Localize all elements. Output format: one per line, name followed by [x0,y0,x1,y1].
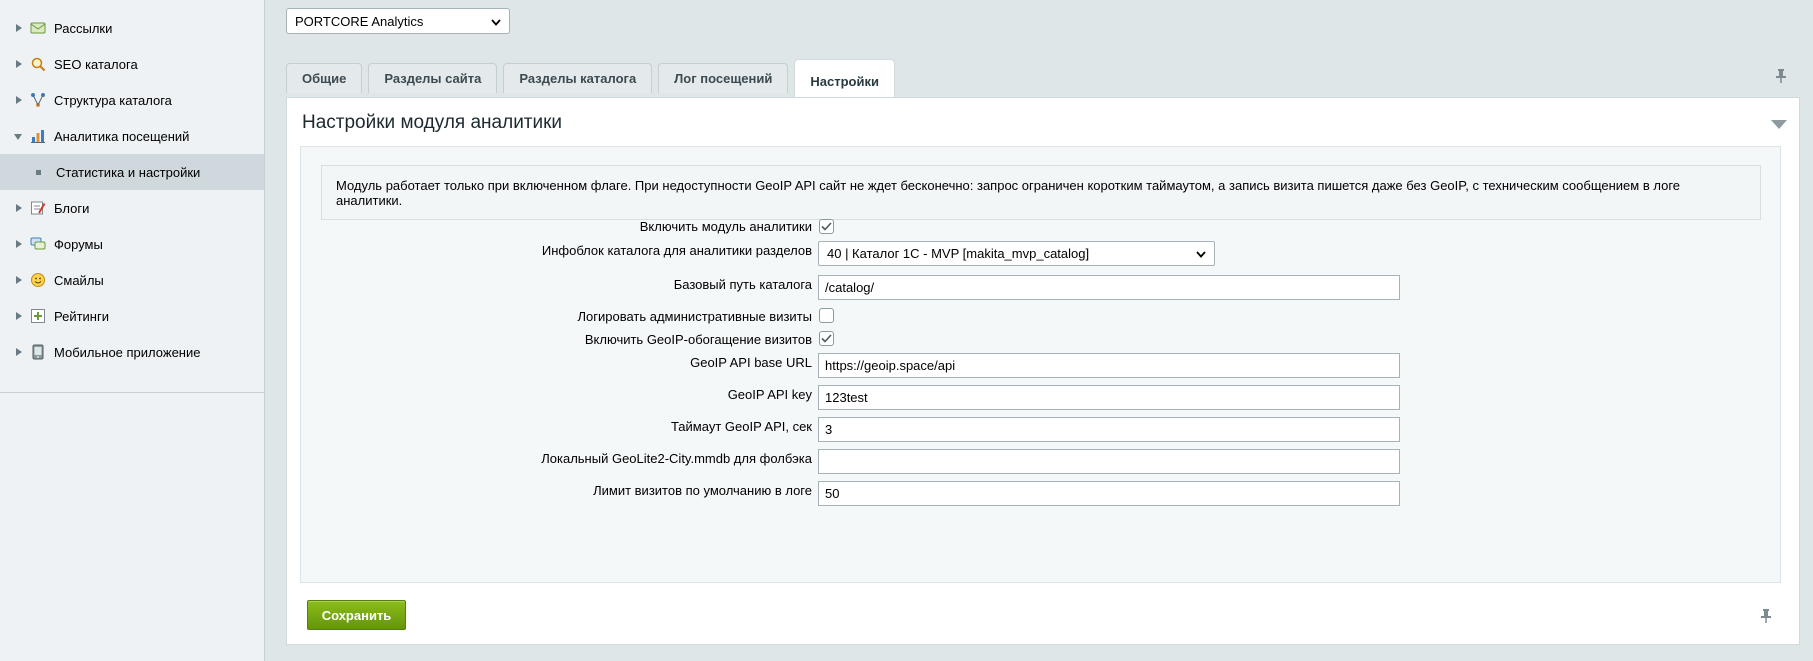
sidebar-item-label: Блоги [54,200,90,216]
expand-arrow-icon[interactable] [14,311,24,321]
chevron-down-icon [491,14,501,29]
iblock-select[interactable]: 40 | Каталог 1С - MVP [makita_mvp_catalo… [818,241,1215,266]
visit-limit-label: Лимит визитов по умолчанию в логе [593,483,812,498]
enable-module-checkbox[interactable] [819,219,834,234]
sidebar-item-label: Форумы [54,236,103,252]
geoip-key-input[interactable]: 123test [818,385,1400,410]
bullet-icon [36,169,41,175]
geoip-enrich-checkbox[interactable] [819,331,834,346]
save-button[interactable]: Сохранить [307,600,406,630]
sidebar-item-label: Мобильное приложение [54,344,201,360]
tab-label: Общие [302,71,347,86]
sidebar-item-label: Структура каталога [54,92,172,108]
site-select-value: PORTCORE Analytics [295,13,424,29]
sidebar: Рассылки SEO каталога Структура каталога… [0,0,265,661]
geoip-timeout-input[interactable]: 3 [818,417,1400,442]
expand-arrow-icon[interactable] [14,239,24,249]
sidebar-item-catalog-structure[interactable]: Структура каталога [0,82,264,118]
settings-panel: Настройки модуля аналитики Модуль работа… [286,97,1800,645]
collapse-panel-icon[interactable] [1771,118,1787,133]
pin-icon[interactable] [1775,68,1787,87]
base-path-label: Базовый путь каталога [673,277,812,292]
pin-icon[interactable] [1760,608,1772,627]
tab-general[interactable]: Общие [286,63,363,93]
sidebar-item-label: SEO каталога [54,56,138,72]
tab-visit-log[interactable]: Лог посещений [658,63,789,93]
sidebar-item-label: Рассылки [54,20,113,36]
tab-label: Разделы каталога [519,71,637,86]
geolite-path-label: Локальный GeoLite2-City.mmdb для фолбэка [541,451,812,466]
sidebar-item-label: Рейтинги [54,308,109,324]
seo-search-icon [30,56,46,72]
expand-arrow-icon[interactable] [14,59,24,69]
structure-tree-icon [30,92,46,108]
sidebar-item-stats-settings[interactable]: Статистика и настройки [0,154,264,190]
expand-arrow-icon[interactable] [14,203,24,213]
smile-icon [30,272,46,288]
tab-label: Разделы сайта [384,71,482,86]
forum-icon [30,236,46,252]
geoip-url-input[interactable]: https://geoip.space/api [818,353,1400,378]
page-title: Настройки модуля аналитики [302,112,563,133]
info-notice: Модуль работает только при включенном фл… [321,165,1761,220]
geoip-key-label: GeoIP API key [727,387,812,402]
base-path-input[interactable]: /catalog/ [818,275,1400,300]
tab-bar: Общие Разделы сайта Разделы каталога Лог… [286,59,901,97]
iblock-select-value: 40 | Каталог 1С - MVP [makita_mvp_catalo… [827,246,1090,261]
sidebar-item-mailings[interactable]: Рассылки [0,10,264,46]
iblock-label: Инфоблок каталога для аналитики разделов [541,243,812,258]
expand-arrow-icon[interactable] [14,347,24,357]
geoip-timeout-label: Таймаут GeoIP API, сек [670,419,812,434]
geoip-url-label: GeoIP API base URL [690,355,812,370]
tab-site-sections[interactable]: Разделы сайта [368,63,498,93]
tab-label: Настройки [810,74,879,89]
sidebar-item-label: Аналитика посещений [54,128,190,144]
analytics-chart-icon [30,128,46,144]
tab-settings[interactable]: Настройки [794,59,895,97]
sidebar-item-label: Смайлы [54,272,104,288]
geolite-path-input[interactable] [818,449,1400,474]
sidebar-item-visit-analytics[interactable]: Аналитика посещений [0,118,264,154]
collapse-arrow-icon[interactable] [14,131,24,141]
tab-catalog-sections[interactable]: Разделы каталога [503,63,653,93]
rating-icon [30,308,46,324]
settings-form: Модуль работает только при включенном фл… [300,146,1781,583]
mobile-icon [30,344,46,360]
chevron-down-icon [1196,246,1206,261]
visit-limit-input[interactable]: 50 [818,481,1400,506]
log-admin-label: Логировать административные визиты [577,309,812,324]
geoip-enrich-label: Включить GeoIP-обогащение визитов [584,332,812,347]
tab-label: Лог посещений [674,71,773,86]
mail-icon [30,20,46,36]
expand-arrow-icon[interactable] [14,275,24,285]
enable-module-label: Включить модуль аналитики [639,219,812,234]
expand-arrow-icon[interactable] [14,23,24,33]
sidebar-item-seo[interactable]: SEO каталога [0,46,264,82]
log-admin-checkbox[interactable] [819,308,834,323]
sidebar-item-label: Статистика и настройки [56,164,201,180]
site-select[interactable]: PORTCORE Analytics [286,8,510,34]
expand-arrow-icon[interactable] [14,95,24,105]
blog-icon [30,200,46,216]
